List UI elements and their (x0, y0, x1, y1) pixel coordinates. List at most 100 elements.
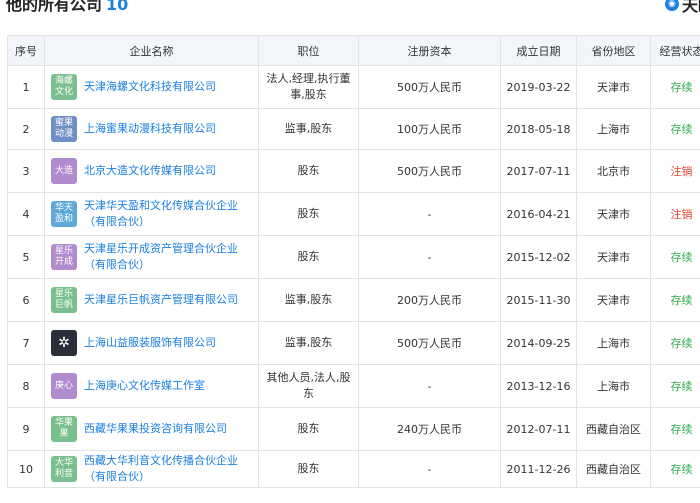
status-badge: 注销 (670, 208, 693, 221)
date-cell: 2011-12-26 (500, 450, 577, 488)
table-row: 5 星乐开成 天津星乐开成资产管理合伙企业（有限合伙） 股东 -2015-12-02 天津… (7, 235, 700, 279)
col-header-position: 职位 (258, 35, 359, 66)
row-index: 7 (7, 321, 45, 365)
capital-cell: - (358, 450, 501, 488)
status-cell: 存续 (650, 65, 700, 109)
company-table: 序号 企业名称 职位 注册资本 成立日期 省份地区 经营状态 1 海螺文化 天津海螺… (7, 35, 700, 488)
company-cell: 庚心 上海庚心文化传媒工作室 (44, 364, 259, 408)
company-logo-image-icon: ✲ (51, 330, 77, 356)
company-name-link[interactable]: 天津星乐开成资产管理合伙企业（有限合伙） (84, 241, 258, 273)
row-index: 1 (7, 65, 45, 109)
capital-cell: 500万人民币 (358, 65, 501, 109)
date-cell: 2014-09-25 (500, 321, 577, 365)
position-cell: 监事,股东 (258, 108, 359, 150)
status-cell: 注销 (650, 192, 700, 236)
table-row: 4 华天盈和 天津华天盈和文化传媒合伙企业（有限合伙） 股东 -2016-04-21 天津… (7, 192, 700, 236)
company-logo: 华果果 (51, 416, 77, 442)
row-index: 3 (7, 149, 45, 193)
col-header-index: 序号 (7, 35, 45, 66)
position-cell: 其他人员,法人,股东 (258, 364, 359, 408)
table-row: 2 蜜果动漫 上海蜜果动漫科技有限公司 监事,股东 100万人民币 2018-05-18 上… (7, 108, 700, 150)
date-cell: 2015-12-02 (500, 235, 577, 279)
status-badge: 存续 (670, 337, 693, 350)
status-cell: 注销 (650, 149, 700, 193)
status-badge: 存续 (670, 123, 693, 136)
company-cell: 星乐开成 天津星乐开成资产管理合伙企业（有限合伙） (44, 235, 259, 279)
date-cell: 2012-07-11 (500, 407, 577, 451)
table-row: 1 海螺文化 天津海螺文化科技有限公司 法人,经理,执行董事,股东 500万人民币 201… (7, 65, 700, 109)
capital-cell: 240万人民币 (358, 407, 501, 451)
company-logo: 大华利音 (51, 456, 77, 482)
company-cell: 华天盈和 天津华天盈和文化传媒合伙企业（有限合伙） (44, 192, 259, 236)
region-cell: 西藏自治区 (576, 407, 651, 451)
table-header-row: 序号 企业名称 职位 注册资本 成立日期 省份地区 经营状态 (7, 35, 700, 66)
position-cell: 股东 (258, 407, 359, 451)
company-logo: 大造 (51, 158, 77, 184)
position-cell: 股东 (258, 235, 359, 279)
row-index: 2 (7, 108, 45, 150)
company-name-link[interactable]: 天津华天盈和文化传媒合伙企业（有限合伙） (84, 198, 258, 230)
date-cell: 2013-12-16 (500, 364, 577, 408)
region-cell: 北京市 (576, 149, 651, 193)
row-index: 5 (7, 235, 45, 279)
status-cell: 存续 (650, 407, 700, 451)
col-header-company: 企业名称 (44, 35, 259, 66)
company-cell: ✲ 上海山益服装服饰有限公司 (44, 321, 259, 365)
status-badge: 存续 (670, 294, 693, 307)
region-cell: 上海市 (576, 108, 651, 150)
position-cell: 监事,股东 (258, 278, 359, 322)
company-logo: 星乐开成 (51, 244, 77, 270)
section-title: 他的所有公司 10 (6, 0, 128, 15)
position-cell: 监事,股东 (258, 321, 359, 365)
date-cell: 2016-04-21 (500, 192, 577, 236)
company-name-link[interactable]: 西藏大华利音文化传播合伙企业（有限合伙） (84, 453, 258, 485)
company-cell: 星乐巨帆 天津星乐巨帆资产管理有限公司 (44, 278, 259, 322)
company-cell: 华果果 西藏华果果投资咨询有限公司 (44, 407, 259, 451)
company-logo: 蜜果动漫 (51, 116, 77, 142)
status-badge: 存续 (670, 423, 693, 436)
company-name-link[interactable]: 西藏华果果投资咨询有限公司 (84, 421, 227, 437)
table-row: 8 庚心 上海庚心文化传媒工作室 其他人员,法人,股东 -2013-12-16 上海市 存续 (7, 364, 700, 408)
company-name-link[interactable]: 天津海螺文化科技有限公司 (84, 79, 216, 95)
capital-cell: - (358, 235, 501, 279)
status-badge: 存续 (670, 463, 693, 476)
table-row: 3 大造 北京大造文化传媒有限公司 股东 500万人民币 2017-07-11 北京市 注销 (7, 149, 700, 193)
status-badge: 存续 (670, 380, 693, 393)
company-name-link[interactable]: 天津星乐巨帆资产管理有限公司 (84, 292, 238, 308)
company-name-link[interactable]: 北京大造文化传媒有限公司 (84, 163, 216, 179)
region-cell: 天津市 (576, 65, 651, 109)
row-index: 8 (7, 364, 45, 408)
capital-cell: - (358, 192, 501, 236)
status-badge: 注销 (670, 165, 693, 178)
brand-logo[interactable]: ◉ 天眼查 (664, 0, 700, 16)
company-logo: 星乐巨帆 (51, 287, 77, 313)
position-cell: 股东 (258, 149, 359, 193)
region-cell: 天津市 (576, 278, 651, 322)
table-row: 10 大华利音 西藏大华利音文化传播合伙企业（有限合伙） 股东 -2011-12-26 西… (7, 450, 700, 488)
position-cell: 法人,经理,执行董事,股东 (258, 65, 359, 109)
table-row: 9 华果果 西藏华果果投资咨询有限公司 股东 240万人民币 2012-07-11 西藏自治… (7, 407, 700, 451)
date-cell: 2017-07-11 (500, 149, 577, 193)
eye-icon: ◉ (664, 0, 679, 11)
row-index: 6 (7, 278, 45, 322)
company-name-link[interactable]: 上海山益服装服饰有限公司 (84, 335, 216, 351)
company-cell: 海螺文化 天津海螺文化科技有限公司 (44, 65, 259, 109)
region-cell: 上海市 (576, 364, 651, 408)
status-badge: 存续 (670, 81, 693, 94)
company-name-link[interactable]: 上海蜜果动漫科技有限公司 (84, 121, 216, 137)
date-cell: 2018-05-18 (500, 108, 577, 150)
col-header-region: 省份地区 (576, 35, 651, 66)
region-cell: 上海市 (576, 321, 651, 365)
company-logo: 华天盈和 (51, 201, 77, 227)
company-name-link[interactable]: 上海庚心文化传媒工作室 (84, 378, 205, 394)
position-cell: 股东 (258, 450, 359, 488)
col-header-status: 经营状态 (650, 35, 700, 66)
section-header: 他的所有公司10 ◉ 天眼查 (0, 0, 700, 18)
col-header-date: 成立日期 (500, 35, 577, 66)
capital-cell: 200万人民币 (358, 278, 501, 322)
company-cell: 蜜果动漫 上海蜜果动漫科技有限公司 (44, 108, 259, 150)
company-logo: 海螺文化 (51, 74, 77, 100)
status-cell: 存续 (650, 364, 700, 408)
table-row: 7 ✲ 上海山益服装服饰有限公司 监事,股东 500万人民币 2014-09-25 上海市 存… (7, 321, 700, 365)
company-count: 10 (106, 0, 129, 14)
